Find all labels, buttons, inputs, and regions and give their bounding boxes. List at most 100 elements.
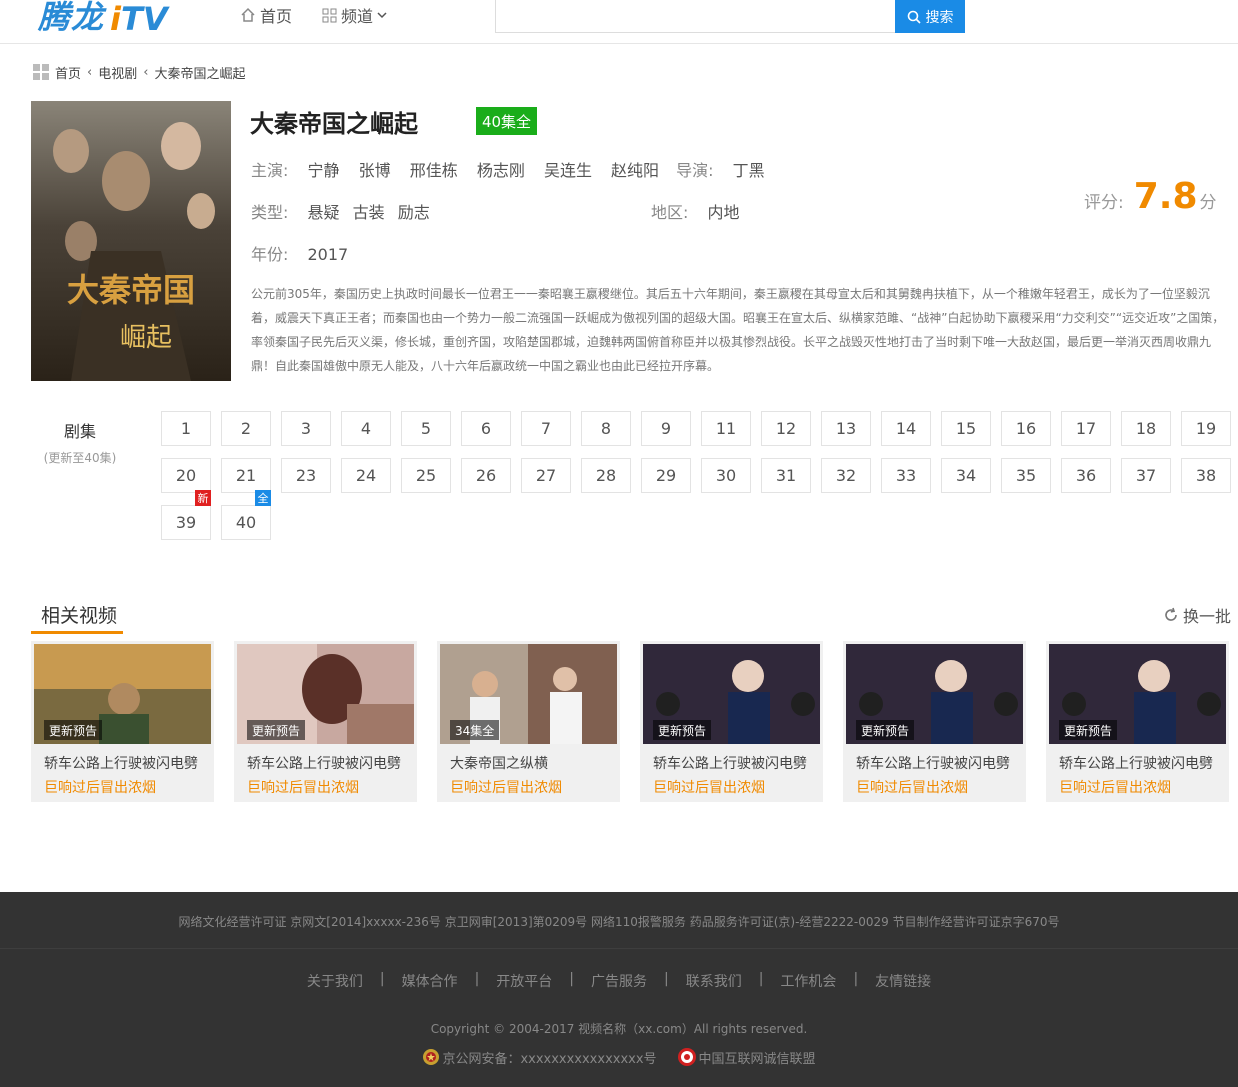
genre-tag[interactable]: 古装 <box>353 203 385 222</box>
breadcrumb-separator: ‹ <box>87 64 93 80</box>
poster-image[interactable]: 大秦帝国 崛起 <box>31 101 231 381</box>
police-badge[interactable]: 京公网安备：xxxxxxxxxxxxxxxx号 <box>422 1047 657 1067</box>
video-subtitle[interactable]: 巨响过后冒出浓烟 <box>856 777 968 797</box>
episode-button[interactable]: 5 <box>401 411 451 446</box>
episode-button[interactable]: 39 新 <box>161 490 211 540</box>
cast-member[interactable]: 杨志刚 <box>477 161 525 180</box>
video-title[interactable]: 轿车公路上行驶被闪电劈 <box>1059 753 1213 773</box>
video-title[interactable]: 轿车公路上行驶被闪电劈 <box>856 753 1010 773</box>
episode-button[interactable]: 9 <box>641 411 691 446</box>
episode-button[interactable]: 3 <box>281 411 331 446</box>
episode-button[interactable]: 6 <box>461 411 511 446</box>
episode-button[interactable]: 30 <box>701 458 751 493</box>
site-logo[interactable]: 腾龙 i TV <box>38 0 168 38</box>
episode-button[interactable]: 28 <box>581 458 631 493</box>
video-title[interactable]: 大秦帝国之纵横 <box>450 753 548 773</box>
search-button[interactable]: 搜索 <box>895 0 965 33</box>
cast-member[interactable]: 宁静 <box>308 161 340 180</box>
related-video-card[interactable]: 更新预告轿车公路上行驶被闪电劈 巨响过后冒出浓烟 <box>1046 641 1229 802</box>
episode-button[interactable]: 12 <box>761 411 811 446</box>
video-status-tag: 更新预告 <box>1059 720 1118 740</box>
breadcrumb-category[interactable]: 电视剧 <box>98 63 137 82</box>
related-video-card[interactable]: 更新预告轿车公路上行驶被闪电劈 巨响过后冒出浓烟 <box>31 641 214 802</box>
episode-button[interactable]: 18 <box>1121 411 1171 446</box>
related-video-card[interactable]: 更新预告 轿车公路上行驶被闪电劈 巨响过后冒出浓烟 <box>640 641 823 802</box>
episode-button[interactable]: 11 <box>701 411 751 446</box>
director-label: 导演: <box>676 161 714 180</box>
nav-home[interactable]: 首页 <box>240 0 292 30</box>
episode-button[interactable]: 1 <box>161 411 211 446</box>
region-value[interactable]: 内地 <box>708 203 740 222</box>
genre-tag[interactable]: 悬疑 <box>308 203 340 222</box>
search-box: 搜索 <box>495 0 965 33</box>
episode-number: 2 <box>240 419 252 438</box>
footer-link-contact[interactable]: 联系我们 <box>686 971 742 991</box>
episode-button[interactable]: 31 <box>761 458 811 493</box>
episodes-update-status: (更新至40集) <box>43 451 117 465</box>
episode-button[interactable]: 16 <box>1001 411 1051 446</box>
episode-button[interactable]: 29 <box>641 458 691 493</box>
episode-button[interactable]: 36 <box>1061 458 1111 493</box>
breadcrumb-home[interactable]: 首页 <box>55 63 81 82</box>
footer-link-jobs[interactable]: 工作机会 <box>780 971 836 991</box>
cast-member[interactable]: 吴连生 <box>544 161 592 180</box>
episode-button[interactable]: 35 <box>1001 458 1051 493</box>
video-status-tag: 更新预告 <box>44 720 103 740</box>
episode-button[interactable]: 25 <box>401 458 451 493</box>
related-heading: 相关视频 <box>41 605 118 627</box>
episode-button[interactable]: 8 <box>581 411 631 446</box>
related-video-card[interactable]: 更新预告 轿车公路上行驶被闪电劈 巨响过后冒出浓烟 <box>234 641 417 802</box>
episode-number: 25 <box>415 466 437 485</box>
video-subtitle[interactable]: 巨响过后冒出浓烟 <box>1059 777 1171 797</box>
episode-button[interactable]: 2 <box>221 411 271 446</box>
episode-button[interactable]: 19 <box>1181 411 1231 446</box>
video-subtitle[interactable]: 巨响过后冒出浓烟 <box>247 777 359 797</box>
cast-member[interactable]: 张博 <box>359 161 391 180</box>
episode-button[interactable]: 20 <box>161 458 211 493</box>
episode-button[interactable]: 34 <box>941 458 991 493</box>
footer-link-media[interactable]: 媒体合作 <box>402 971 458 991</box>
episode-button[interactable]: 33 <box>881 458 931 493</box>
video-title[interactable]: 轿车公路上行驶被闪电劈 <box>653 753 807 773</box>
episode-button[interactable]: 37 <box>1121 458 1171 493</box>
episode-button[interactable]: 23 <box>281 458 331 493</box>
nav-channels[interactable]: 频道 <box>322 0 392 30</box>
video-subtitle[interactable]: 巨响过后冒出浓烟 <box>653 777 765 797</box>
related-video-card[interactable]: 34集全 大秦帝国之纵横 巨响过后冒出浓烟 <box>437 641 620 802</box>
episode-button[interactable]: 32 <box>821 458 871 493</box>
footer-link-platform[interactable]: 开放平台 <box>496 971 552 991</box>
episode-button[interactable]: 27 <box>521 458 571 493</box>
episode-button[interactable]: 21 <box>221 458 271 493</box>
episode-number: 21 <box>235 466 257 485</box>
chevron-down-icon <box>377 12 387 19</box>
episode-button[interactable]: 24 <box>341 458 391 493</box>
episode-button[interactable]: 13 <box>821 411 871 446</box>
integrity-badge[interactable]: 中国互联网诚信联盟 <box>677 1047 816 1067</box>
police-badge-text: 京公网安备：xxxxxxxxxxxxxxxx号 <box>442 1051 657 1067</box>
episode-button[interactable]: 17 <box>1061 411 1111 446</box>
footer-link-about[interactable]: 关于我们 <box>307 971 363 991</box>
episode-button[interactable]: 38 <box>1181 458 1231 493</box>
video-subtitle[interactable]: 巨响过后冒出浓烟 <box>44 777 156 797</box>
related-video-card[interactable]: 更新预告 轿车公路上行驶被闪电劈 巨响过后冒出浓烟 <box>843 641 1026 802</box>
genre-tag[interactable]: 励志 <box>398 203 430 222</box>
episode-button[interactable]: 4 <box>341 411 391 446</box>
episode-number: 32 <box>835 466 857 485</box>
refresh-button[interactable]: 换一批 <box>1163 603 1231 627</box>
episode-button[interactable]: 15 <box>941 411 991 446</box>
cast-member[interactable]: 邢佳栋 <box>410 161 458 180</box>
episode-button[interactable]: 26 <box>461 458 511 493</box>
search-button-label: 搜索 <box>925 9 954 26</box>
svg-text:大秦帝国: 大秦帝国 <box>67 271 195 309</box>
episode-button[interactable]: 40 全 <box>221 490 271 540</box>
episode-button[interactable]: 14 <box>881 411 931 446</box>
footer-link-ads[interactable]: 广告服务 <box>591 971 647 991</box>
search-input[interactable] <box>496 0 896 31</box>
cast-member[interactable]: 赵纯阳 <box>611 161 659 180</box>
video-title[interactable]: 轿车公路上行驶被闪电劈 <box>247 753 401 773</box>
footer-link-friends[interactable]: 友情链接 <box>875 971 931 991</box>
video-subtitle[interactable]: 巨响过后冒出浓烟 <box>450 777 562 797</box>
episode-button[interactable]: 7 <box>521 411 571 446</box>
video-title[interactable]: 轿车公路上行驶被闪电劈 <box>44 753 198 773</box>
director-name[interactable]: 丁黑 <box>733 161 765 180</box>
